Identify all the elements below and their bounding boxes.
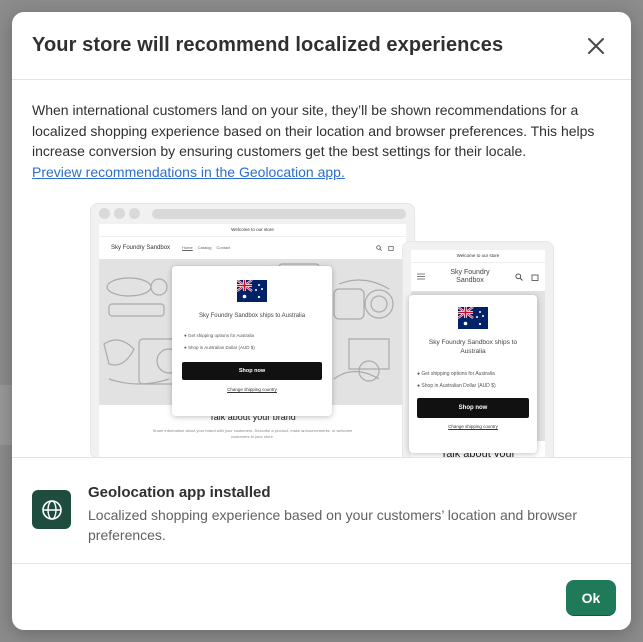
- announcement-bar: Welcome to our store: [99, 224, 406, 237]
- popup-title: Sky Foundry Sandbox ships to Australia: [198, 312, 306, 319]
- popup-item: ● Get shipping options for Australia: [417, 370, 495, 377]
- mobile-popup-title: Sky Foundry Sandbox ships to Australia: [428, 338, 518, 355]
- nav-link: Contact: [216, 245, 231, 250]
- modal-header: Your store will recommend localized expe…: [12, 12, 631, 80]
- browser-bar: [91, 204, 414, 224]
- mobile-store-name: Sky Foundry Sandbox: [450, 268, 490, 284]
- globe-icon: [41, 499, 62, 520]
- mobile-nav: Sky Foundry Sandbox: [411, 263, 545, 291]
- popup-item: ● Shop in Australian Dollar (AUD $): [184, 344, 255, 350]
- talk-text: Share information about your brand with …: [152, 427, 353, 439]
- app-text: Geolocation app installed Localized shop…: [88, 484, 611, 545]
- app-title: Geolocation app installed: [88, 484, 271, 501]
- ok-button[interactable]: Ok: [566, 579, 616, 616]
- popup-item: ● Get shipping options for Australia: [184, 332, 255, 338]
- background-strip: [0, 385, 12, 445]
- close-button[interactable]: [581, 31, 611, 61]
- illustration: Welcome to our store Sky Foundry Sandbox…: [32, 202, 611, 457]
- mobile-announcement-bar: Welcome to our store: [411, 250, 545, 263]
- popup-item: ● Shop in Australian Dollar (AUD $): [417, 382, 496, 389]
- modal-footer: Ok: [12, 563, 631, 630]
- description-text: When international customers land on you…: [32, 102, 595, 159]
- app-installed-section: Geolocation app installed Localized shop…: [12, 457, 631, 563]
- australia-flag-icon: [237, 279, 267, 302]
- mobile-change-country-link: Change shipping country: [448, 423, 498, 429]
- search-icon: [376, 244, 382, 251]
- search-icon: [515, 272, 523, 281]
- change-country-link: Change shipping country: [227, 386, 277, 392]
- modal-title: Your store will recommend localized expe…: [32, 34, 504, 56]
- modal-dialog: Your store will recommend localized expe…: [12, 12, 631, 630]
- modal-body: When international customers land on you…: [12, 80, 631, 457]
- app-description: Localized shopping experience based on y…: [88, 507, 577, 543]
- shop-now-button: Shop now: [182, 361, 322, 380]
- close-icon: [588, 37, 604, 54]
- mobile-shop-now-button: Shop now: [417, 397, 529, 418]
- menu-icon: [417, 273, 425, 280]
- nav-link: Catalog: [197, 245, 212, 250]
- preview-recommendations-link[interactable]: Preview recommendations in the Geolocati…: [32, 162, 345, 182]
- desktop-geolocation-popup: Sky Foundry Sandbox ships to Australia ●…: [172, 265, 332, 416]
- cart-icon: [531, 274, 539, 281]
- desktop-nav: Sky Foundry Sandbox Home Catalog Contact: [99, 237, 406, 259]
- mobile-geolocation-popup: Sky Foundry Sandbox ships to Australia ●…: [409, 294, 537, 453]
- australia-flag-icon: [458, 306, 488, 329]
- store-name: Sky Foundry Sandbox: [111, 244, 171, 251]
- cart-icon: [388, 245, 394, 251]
- geolocation-app-icon: [32, 490, 71, 529]
- nav-link: Home: [182, 245, 193, 250]
